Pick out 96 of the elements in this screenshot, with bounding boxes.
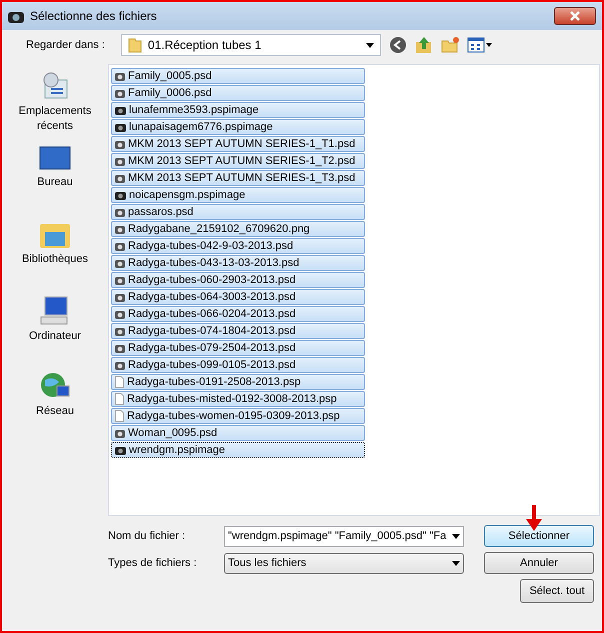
camera-file-icon: [115, 343, 125, 353]
file-name: Radyga-tubes-misted-0192-3008-2013.psp: [127, 393, 337, 405]
camera-file-icon: [115, 88, 125, 98]
up-folder-icon[interactable]: [414, 36, 433, 54]
place-item[interactable]: Ordinateur: [5, 295, 105, 370]
file-name: Radyga-tubes-060-2903-2013.psd: [128, 274, 296, 286]
file-item[interactable]: lunafemme3593.pspimage: [111, 102, 365, 118]
camera-file-icon: [115, 258, 125, 268]
close-icon: [570, 11, 580, 21]
file-item[interactable]: Radyga-tubes-060-2903-2013.psd: [111, 272, 365, 288]
file-name: Radyga-tubes-women-0195-0309-2013.psp: [127, 410, 340, 422]
camera-file-icon: [115, 190, 126, 200]
file-item[interactable]: MKM 2013 SEPT AUTUMN SERIES-1_T3.psd: [111, 170, 365, 186]
file-item[interactable]: Woman_0095.psd: [111, 425, 365, 441]
place-item[interactable]: Bureau: [5, 145, 105, 220]
file-name: Radyga-tubes-064-3003-2013.psd: [128, 291, 296, 303]
look-in-label: Regarder dans :: [26, 39, 105, 51]
select-all-button[interactable]: Sélect. tout: [520, 579, 594, 603]
dropdown-arrow-icon: [452, 560, 460, 566]
back-icon[interactable]: [388, 36, 407, 54]
file-name: Radyga-tubes-043-13-03-2013.psd: [128, 257, 300, 269]
file-name: MKM 2013 SEPT AUTUMN SERIES-1_T2.psd: [128, 155, 356, 167]
file-name-field[interactable]: "wrendgm.pspimage" "Family_0005.psd" "Fa: [224, 526, 464, 546]
file-name: Radyga-tubes-042-9-03-2013.psd: [128, 240, 294, 252]
camera-file-icon: [115, 173, 125, 183]
file-item[interactable]: MKM 2013 SEPT AUTUMN SERIES-1_T2.psd: [111, 153, 365, 169]
camera-file-icon: [115, 445, 126, 455]
place-item[interactable]: Emplacements récents: [5, 70, 105, 145]
camera-file-icon: [115, 326, 125, 336]
file-item[interactable]: Radyga-tubes-074-1804-2013.psd: [111, 323, 365, 339]
file-name: Radyga-tubes-066-0204-2013.psd: [128, 308, 296, 320]
file-name: Radyga-tubes-079-2504-2013.psd: [128, 342, 296, 354]
camera-file-icon: [115, 428, 125, 438]
file-item[interactable]: Radyga-tubes-066-0204-2013.psd: [111, 306, 365, 322]
blank-file-icon: [115, 393, 124, 405]
file-name: lunafemme3593.pspimage: [129, 104, 259, 116]
file-name: Radyga-tubes-074-1804-2013.psd: [128, 325, 296, 337]
camera-file-icon: [115, 360, 125, 370]
file-item[interactable]: Radygabane_2159102_6709620.png: [111, 221, 365, 237]
view-menu-icon[interactable]: [466, 37, 493, 53]
camera-file-icon: [115, 105, 126, 115]
file-item[interactable]: MKM 2013 SEPT AUTUMN SERIES-1_T1.psd: [111, 136, 365, 152]
cancel-button[interactable]: Annuler: [484, 552, 594, 574]
camera-file-icon: [115, 224, 125, 234]
camera-icon: [8, 9, 24, 23]
file-name: Family_0006.psd: [128, 87, 212, 99]
file-name: noicapensgm.pspimage: [129, 189, 246, 201]
file-item[interactable]: Radyga-tubes-064-3003-2013.psd: [111, 289, 365, 305]
blank-file-icon: [115, 376, 124, 388]
camera-file-icon: [115, 156, 125, 166]
camera-file-icon: [115, 207, 125, 217]
camera-file-icon: [115, 122, 126, 132]
file-name: Radyga-tubes-099-0105-2013.psd: [128, 359, 296, 371]
file-name: wrendgm.pspimage: [129, 444, 225, 456]
file-type-dropdown[interactable]: Tous les fichiers: [224, 552, 464, 574]
file-name: MKM 2013 SEPT AUTUMN SERIES-1_T3.psd: [128, 172, 356, 184]
camera-file-icon: [115, 139, 125, 149]
window-title: Sélectionne des fichiers: [30, 9, 158, 23]
file-name: Woman_0095.psd: [128, 427, 218, 439]
file-item[interactable]: passaros.psd: [111, 204, 365, 220]
dropdown-arrow-icon: [366, 42, 374, 48]
file-name: Radyga-tubes-0191-2508-2013.psp: [127, 376, 301, 388]
file-item[interactable]: Radyga-tubes-079-2504-2013.psd: [111, 340, 365, 356]
file-item[interactable]: Family_0005.psd: [111, 68, 365, 84]
file-item[interactable]: lunapaisagem6776.pspimage: [111, 119, 365, 135]
folder-icon: [128, 37, 142, 53]
location-dropdown[interactable]: 01.Réception tubes 1: [120, 34, 381, 56]
place-item[interactable]: Réseau: [5, 370, 105, 445]
file-item[interactable]: Radyga-tubes-women-0195-0309-2013.psp: [111, 408, 365, 424]
camera-file-icon: [115, 241, 125, 251]
file-item[interactable]: Radyga-tubes-042-9-03-2013.psd: [111, 238, 365, 254]
file-item[interactable]: Radyga-tubes-misted-0192-3008-2013.psp: [111, 391, 365, 407]
close-button[interactable]: [554, 7, 596, 25]
file-name: MKM 2013 SEPT AUTUMN SERIES-1_T1.psd: [128, 138, 356, 150]
file-item[interactable]: Radyga-tubes-043-13-03-2013.psd: [111, 255, 365, 271]
place-item[interactable]: Bibliothèques: [5, 220, 105, 295]
file-name-label: Nom du fichier :: [108, 530, 186, 542]
select-button[interactable]: Sélectionner: [484, 525, 594, 547]
file-name: lunapaisagem6776.pspimage: [129, 121, 273, 133]
camera-file-icon: [115, 71, 125, 81]
file-name: Radygabane_2159102_6709620.png: [128, 223, 310, 235]
file-item[interactable]: Radyga-tubes-099-0105-2013.psd: [111, 357, 365, 373]
dropdown-arrow-icon: [452, 534, 460, 538]
new-folder-icon[interactable]: [440, 36, 459, 54]
camera-file-icon: [115, 292, 125, 302]
file-type-label: Types de fichiers :: [108, 557, 198, 569]
file-item[interactable]: Family_0006.psd: [111, 85, 365, 101]
file-name: passaros.psd: [128, 206, 194, 218]
camera-file-icon: [115, 309, 125, 319]
annotation-arrow-icon: [526, 505, 542, 531]
file-name: Family_0005.psd: [128, 70, 212, 82]
file-item[interactable]: noicapensgm.pspimage: [111, 187, 365, 203]
file-item[interactable]: wrendgm.pspimage: [111, 442, 365, 458]
camera-file-icon: [115, 275, 125, 285]
blank-file-icon: [115, 410, 124, 422]
file-item[interactable]: Radyga-tubes-0191-2508-2013.psp: [111, 374, 365, 390]
